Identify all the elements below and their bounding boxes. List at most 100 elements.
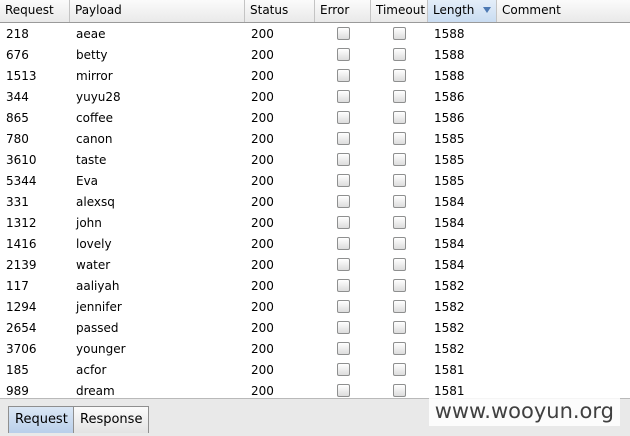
column-header-length[interactable]: Length <box>428 0 497 22</box>
timeout-checkbox[interactable] <box>393 279 406 292</box>
error-checkbox[interactable] <box>337 237 350 250</box>
table-row[interactable]: 117 aaliyah 200 1582 <box>0 276 630 297</box>
error-checkbox[interactable] <box>337 321 350 334</box>
error-checkbox[interactable] <box>337 342 350 355</box>
status-cell: 200 <box>251 195 274 209</box>
error-checkbox[interactable] <box>337 363 350 376</box>
comment-cell <box>497 171 630 192</box>
timeout-checkbox[interactable] <box>393 342 406 355</box>
column-header-payload[interactable]: Payload <box>70 0 245 22</box>
column-header-comment[interactable]: Comment <box>497 0 630 22</box>
request-cell: 1513 <box>6 69 37 83</box>
timeout-checkbox[interactable] <box>393 69 406 82</box>
payload-cell: canon <box>76 132 113 146</box>
table-row[interactable]: 1312 john 200 1584 <box>0 213 630 234</box>
payload-cell: taste <box>76 153 107 167</box>
timeout-checkbox[interactable] <box>393 174 406 187</box>
comment-cell <box>497 339 630 360</box>
table-row[interactable]: 676 betty 200 1588 <box>0 45 630 66</box>
table-row[interactable]: 865 coffee 200 1586 <box>0 108 630 129</box>
table-row[interactable]: 1294 jennifer 200 1582 <box>0 297 630 318</box>
error-checkbox[interactable] <box>337 132 350 145</box>
error-checkbox[interactable] <box>337 300 350 313</box>
table-row[interactable]: 218 aeae 200 1588 <box>0 24 630 45</box>
timeout-checkbox[interactable] <box>393 132 406 145</box>
error-checkbox[interactable] <box>337 48 350 61</box>
column-header-error[interactable]: Error <box>315 0 371 22</box>
table-row[interactable]: 2654 passed 200 1582 <box>0 318 630 339</box>
timeout-checkbox[interactable] <box>393 258 406 271</box>
error-checkbox[interactable] <box>337 216 350 229</box>
comment-cell <box>497 318 630 339</box>
comment-cell <box>497 150 630 171</box>
comment-cell <box>497 276 630 297</box>
error-checkbox[interactable] <box>337 258 350 271</box>
tab-request[interactable]: Request <box>8 406 75 433</box>
comment-cell <box>497 66 630 87</box>
request-cell: 2139 <box>6 258 37 272</box>
timeout-checkbox[interactable] <box>393 321 406 334</box>
column-header-timeout[interactable]: Timeout <box>371 0 428 22</box>
table-row[interactable]: 780 canon 200 1585 <box>0 129 630 150</box>
payload-cell: jennifer <box>76 300 122 314</box>
error-checkbox[interactable] <box>337 27 350 40</box>
error-checkbox[interactable] <box>337 174 350 187</box>
payload-cell: younger <box>76 342 126 356</box>
timeout-checkbox[interactable] <box>393 300 406 313</box>
status-cell: 200 <box>251 90 274 104</box>
payload-cell: dream <box>76 384 115 398</box>
comment-cell <box>497 255 630 276</box>
length-cell: 1586 <box>434 90 465 104</box>
timeout-checkbox[interactable] <box>393 384 406 397</box>
timeout-checkbox[interactable] <box>393 216 406 229</box>
error-checkbox[interactable] <box>337 279 350 292</box>
request-cell: 331 <box>6 195 29 209</box>
status-cell: 200 <box>251 48 274 62</box>
error-checkbox[interactable] <box>337 90 350 103</box>
timeout-checkbox[interactable] <box>393 27 406 40</box>
table-row[interactable]: 185 acfor 200 1581 <box>0 360 630 381</box>
results-table: Request Payload Status Error Timeout Len… <box>0 0 630 398</box>
timeout-checkbox[interactable] <box>393 111 406 124</box>
timeout-checkbox[interactable] <box>393 48 406 61</box>
timeout-checkbox[interactable] <box>393 195 406 208</box>
timeout-checkbox[interactable] <box>393 237 406 250</box>
error-checkbox[interactable] <box>337 195 350 208</box>
timeout-checkbox[interactable] <box>393 90 406 103</box>
payload-cell: acfor <box>76 363 107 377</box>
error-checkbox[interactable] <box>337 384 350 397</box>
table-row[interactable]: 3610 taste 200 1585 <box>0 150 630 171</box>
table-row[interactable]: 5344 Eva 200 1585 <box>0 171 630 192</box>
tab-response[interactable]: Response <box>73 406 150 433</box>
column-header-request[interactable]: Request <box>0 0 70 22</box>
request-cell: 344 <box>6 90 29 104</box>
payload-cell: passed <box>76 321 119 335</box>
table-row[interactable]: 2139 water 200 1584 <box>0 255 630 276</box>
error-checkbox[interactable] <box>337 111 350 124</box>
length-cell: 1585 <box>434 174 465 188</box>
payload-cell: coffee <box>76 111 113 125</box>
payload-cell: betty <box>76 48 108 62</box>
sort-descending-icon <box>483 7 491 13</box>
payload-cell: Eva <box>76 174 99 188</box>
status-cell: 200 <box>251 111 274 125</box>
table-row[interactable]: 3706 younger 200 1582 <box>0 339 630 360</box>
request-cell: 989 <box>6 384 29 398</box>
status-cell: 200 <box>251 384 274 398</box>
table-row[interactable]: 1416 lovely 200 1584 <box>0 234 630 255</box>
table-row[interactable]: 1513 mirror 200 1588 <box>0 66 630 87</box>
table-row[interactable]: 344 yuyu28 200 1586 <box>0 87 630 108</box>
table-row[interactable]: 331 alexsq 200 1584 <box>0 192 630 213</box>
status-cell: 200 <box>251 69 274 83</box>
error-checkbox[interactable] <box>337 153 350 166</box>
column-header-status[interactable]: Status <box>245 0 315 22</box>
status-cell: 200 <box>251 27 274 41</box>
payload-cell: aaliyah <box>76 279 120 293</box>
length-cell: 1588 <box>434 27 465 41</box>
timeout-checkbox[interactable] <box>393 363 406 376</box>
length-cell: 1584 <box>434 258 465 272</box>
timeout-checkbox[interactable] <box>393 153 406 166</box>
error-checkbox[interactable] <box>337 69 350 82</box>
comment-cell <box>497 213 630 234</box>
length-cell: 1585 <box>434 132 465 146</box>
